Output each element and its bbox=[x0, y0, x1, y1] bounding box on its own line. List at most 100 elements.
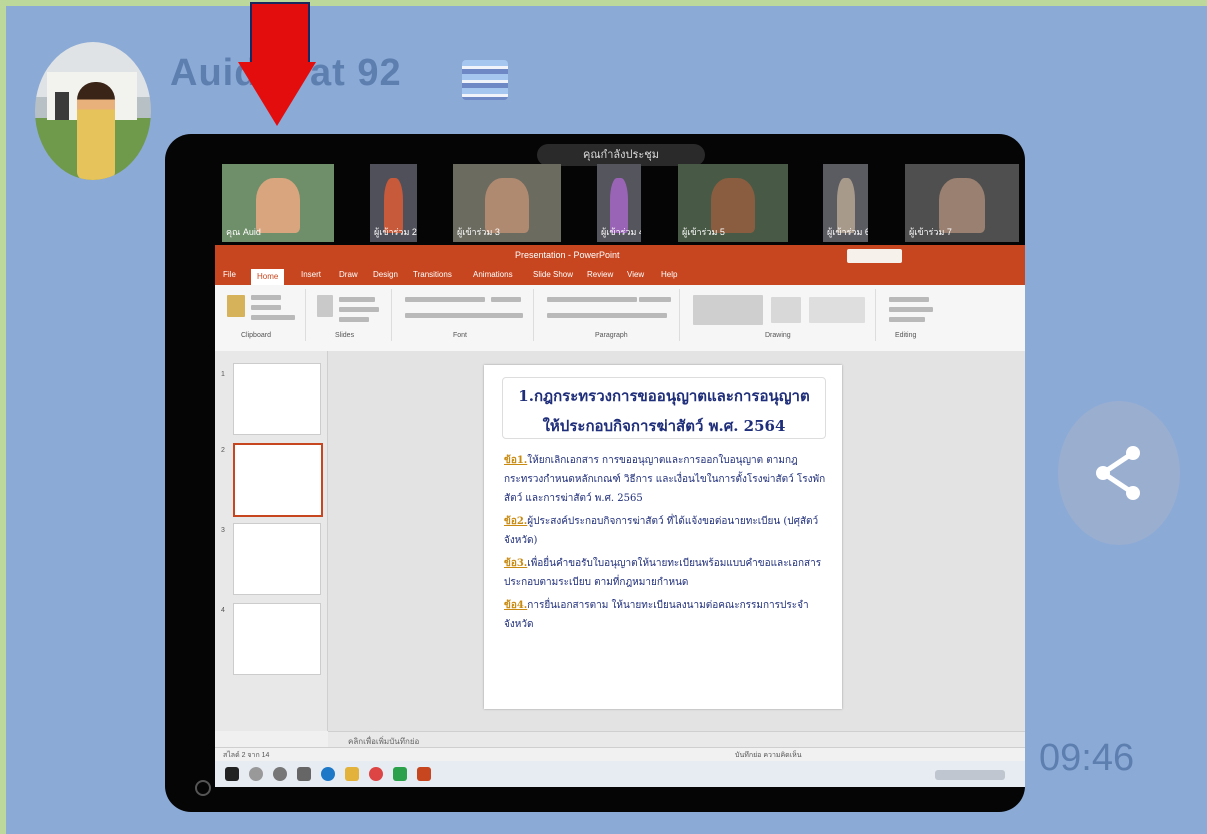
windows-taskbar bbox=[215, 761, 1025, 787]
participant-tile: ผู้เข้าร่วม 5 bbox=[678, 164, 788, 242]
status-bar: สไลด์ 2 จาก 14 บันทึกย่อ ความคิดเห็น bbox=[215, 747, 1025, 762]
tab-home[interactable]: Home bbox=[251, 269, 285, 285]
slide-thumbnail-selected[interactable] bbox=[233, 443, 323, 517]
ppt-doc-title: Presentation - PowerPoint bbox=[515, 250, 620, 260]
tab-insert[interactable]: Insert bbox=[301, 270, 321, 282]
font-style-buttons[interactable] bbox=[405, 313, 523, 318]
ribbon-group-clipboard[interactable]: Clipboard bbox=[221, 289, 306, 341]
ribbon-group-paragraph[interactable]: Paragraph bbox=[539, 289, 680, 341]
arrow-shaft bbox=[250, 2, 310, 66]
tab-design[interactable]: Design bbox=[373, 270, 398, 282]
ppt-titlebar: Presentation - PowerPoint bbox=[215, 245, 1025, 267]
tab-view[interactable]: View bbox=[627, 270, 644, 282]
slide-body[interactable]: ข้อ1.ให้ยกเลิกเอกสาร การขออนุญาตและการออ… bbox=[504, 451, 826, 638]
copy-icon[interactable] bbox=[251, 305, 281, 310]
shapes-gallery[interactable] bbox=[693, 295, 763, 325]
participant-tile: ผู้เข้าร่วม 4 bbox=[597, 164, 641, 242]
video-message[interactable]: คุณกำลังประชุม คุณ Auid ผู้เข้าร่วม 2 ผู… bbox=[165, 134, 1025, 812]
cortana-icon[interactable] bbox=[273, 767, 287, 781]
section-icon[interactable] bbox=[339, 317, 369, 322]
thumb-number: 4 bbox=[221, 607, 225, 614]
font-name-select[interactable] bbox=[405, 297, 485, 302]
list-buttons[interactable] bbox=[547, 297, 637, 302]
new-slide-icon[interactable] bbox=[317, 295, 333, 317]
slide-item: ข้อ1.ให้ยกเลิกเอกสาร การขออนุญาตและการออ… bbox=[504, 451, 826, 508]
participant-tile: ผู้เข้าร่วม 6 bbox=[823, 164, 868, 242]
item-text: ผู้ประสงค์ประกอบกิจการฆ่าสัตว์ ที่ได้แจ้… bbox=[504, 516, 819, 546]
layout-icon[interactable] bbox=[339, 297, 375, 302]
participant-tile: ผู้เข้าร่วม 2 bbox=[370, 164, 417, 242]
slide-thumbnail[interactable] bbox=[233, 363, 321, 435]
slide-item: ข้อ2.ผู้ประสงค์ประกอบกิจการฆ่าสัตว์ ที่ไ… bbox=[504, 512, 826, 550]
slide-title-line1: 1.กฎกระทรวงการขออนุญาตและการอนุญาต bbox=[518, 387, 810, 405]
participant-name: คุณ Auid bbox=[226, 227, 261, 237]
notes-pane[interactable]: คลิกเพื่อเพิ่มบันทึกย่อ bbox=[328, 731, 1025, 748]
ribbon: Clipboard Slides Font Paragraph Drawing … bbox=[215, 285, 1025, 352]
select-button[interactable] bbox=[889, 317, 925, 322]
ribbon-group-slides[interactable]: Slides bbox=[311, 289, 392, 341]
quick-styles-button[interactable] bbox=[809, 297, 865, 323]
participant-name: ผู้เข้าร่วม 6 bbox=[827, 227, 868, 237]
font-size-select[interactable] bbox=[491, 297, 521, 302]
ribbon-group-drawing[interactable]: Drawing bbox=[685, 289, 876, 341]
slide-item: ข้อ3.เพื่อยื่นคำขอรับใบอนุญาตให้นายทะเบี… bbox=[504, 554, 826, 592]
signin-button[interactable] bbox=[847, 249, 902, 263]
start-icon[interactable] bbox=[225, 767, 239, 781]
edge-icon[interactable] bbox=[321, 767, 335, 781]
ribbon-group-editing[interactable]: Editing bbox=[881, 289, 951, 341]
paste-icon[interactable] bbox=[227, 295, 245, 317]
tab-help[interactable]: Help bbox=[661, 270, 677, 282]
ribbon-group-label: Paragraph bbox=[595, 332, 628, 339]
ribbon-group-font[interactable]: Font bbox=[397, 289, 534, 341]
slide-thumbnail[interactable] bbox=[233, 523, 321, 595]
text-direction-button[interactable] bbox=[639, 297, 671, 302]
item-number: ข้อ1. bbox=[504, 455, 528, 466]
tab-review[interactable]: Review bbox=[587, 270, 613, 282]
arrange-button[interactable] bbox=[771, 297, 801, 323]
find-button[interactable] bbox=[889, 297, 929, 302]
share-button[interactable] bbox=[1058, 401, 1180, 545]
participant-face bbox=[255, 178, 301, 233]
tab-transitions[interactable]: Transitions bbox=[413, 270, 452, 282]
item-number: ข้อ4. bbox=[504, 600, 528, 611]
item-number: ข้อ2. bbox=[504, 516, 528, 527]
tab-file[interactable]: File bbox=[223, 270, 236, 282]
powerpoint-icon[interactable] bbox=[417, 767, 431, 781]
current-slide[interactable]: 1.กฎกระทรวงการขออนุญาตและการอนุญาต ให้ปร… bbox=[484, 365, 842, 709]
item-text: เพื่อยื่นคำขอรับใบอนุญาตให้นายทะเบียนพร้… bbox=[504, 558, 822, 588]
thumb-number: 3 bbox=[221, 527, 225, 534]
search-icon[interactable] bbox=[249, 767, 263, 781]
record-icon bbox=[195, 780, 211, 796]
ribbon-group-label: Slides bbox=[335, 332, 355, 339]
cut-icon[interactable] bbox=[251, 295, 281, 300]
tab-draw[interactable]: Draw bbox=[339, 270, 358, 282]
tab-animations[interactable]: Animations bbox=[473, 270, 513, 282]
line-icon[interactable] bbox=[393, 767, 407, 781]
arrow-head bbox=[238, 62, 316, 126]
system-tray[interactable] bbox=[935, 770, 1005, 780]
avatar-person bbox=[77, 82, 115, 180]
format-painter-icon[interactable] bbox=[251, 315, 295, 320]
status-slide-count: สไลด์ 2 จาก 14 bbox=[223, 752, 270, 759]
ribbon-group-label: Drawing bbox=[765, 332, 791, 339]
slide-thumbnail[interactable] bbox=[233, 603, 321, 675]
replace-button[interactable] bbox=[889, 307, 933, 312]
sender-avatar[interactable] bbox=[35, 42, 151, 180]
thumb-number: 2 bbox=[221, 447, 225, 454]
slide-thumbnails: 1 2 3 4 bbox=[215, 351, 328, 731]
align-buttons[interactable] bbox=[547, 313, 667, 318]
item-text: ให้ยกเลิกเอกสาร การขออนุญาตและการออกใบอน… bbox=[504, 455, 826, 504]
slide-title-box[interactable]: 1.กฎกระทรวงการขออนุญาตและการอนุญาต ให้ปร… bbox=[502, 377, 826, 439]
chrome-icon[interactable] bbox=[369, 767, 383, 781]
participant-name: ผู้เข้าร่วม 4 bbox=[601, 227, 641, 237]
task-view-icon[interactable] bbox=[297, 767, 311, 781]
status-notes-comments[interactable]: บันทึกย่อ ความคิดเห็น bbox=[735, 750, 802, 761]
reset-icon[interactable] bbox=[339, 307, 379, 312]
folder-icon[interactable] bbox=[345, 767, 359, 781]
flag-icon bbox=[462, 60, 508, 100]
avatar-door bbox=[55, 92, 69, 120]
thumb-number: 1 bbox=[221, 371, 225, 378]
ribbon-group-label: Font bbox=[453, 332, 468, 339]
tab-slideshow[interactable]: Slide Show bbox=[533, 270, 573, 282]
slide-canvas[interactable]: 1.กฎกระทรวงการขออนุญาตและการอนุญาต ให้ปร… bbox=[328, 351, 1025, 731]
